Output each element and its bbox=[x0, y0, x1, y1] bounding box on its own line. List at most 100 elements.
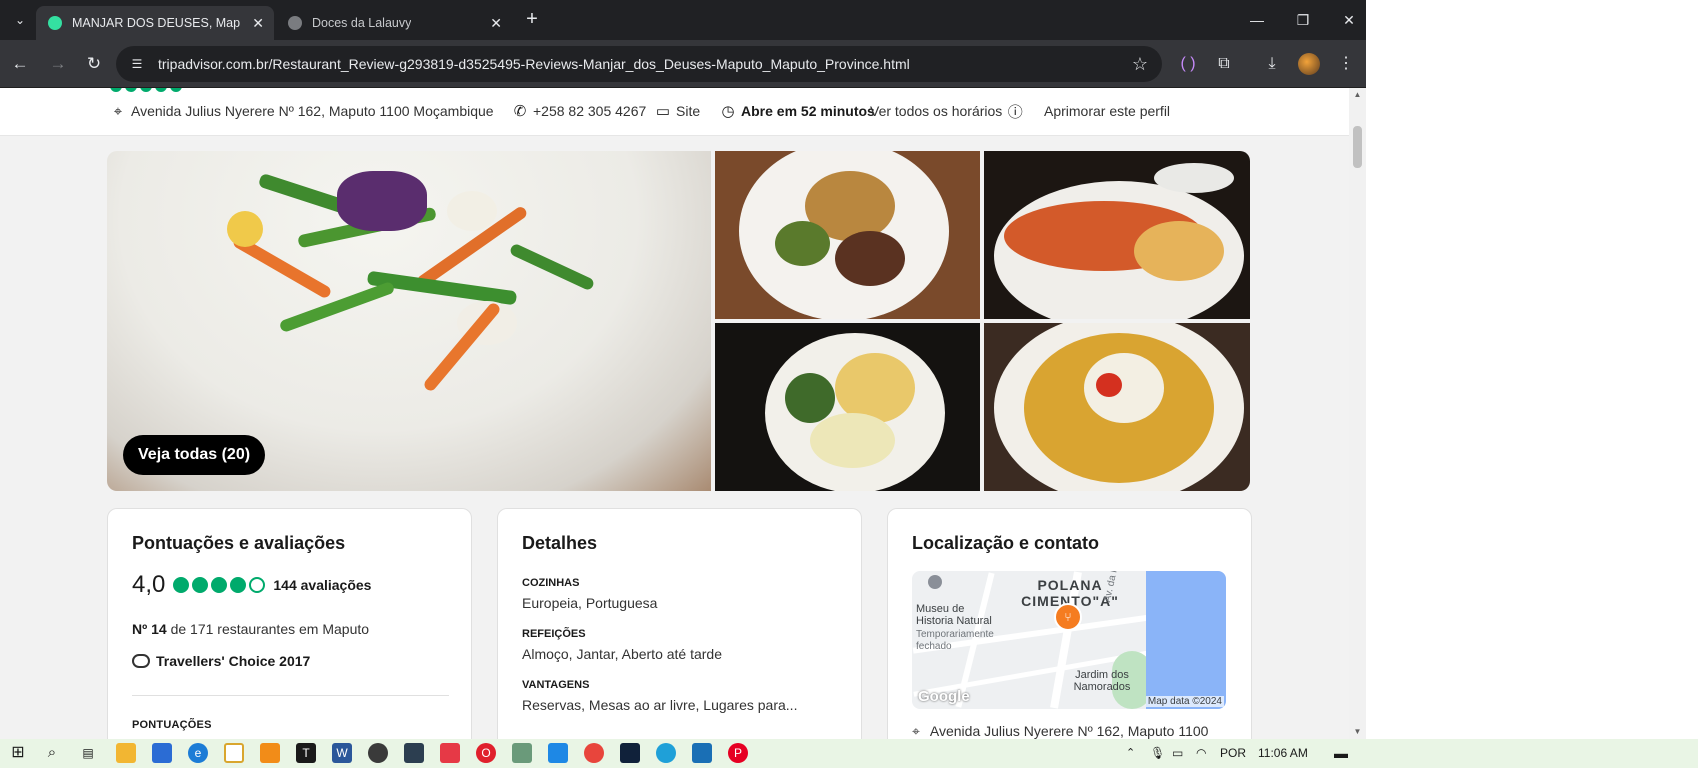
tab-title: Doces da Lalauvy bbox=[312, 16, 412, 30]
scroll-down-arrow-icon[interactable]: ▼ bbox=[1349, 725, 1366, 739]
details-heading: Detalhes bbox=[522, 533, 598, 553]
pinterest-icon[interactable]: P bbox=[728, 743, 748, 763]
chrome-icon[interactable] bbox=[584, 743, 604, 763]
app-icon[interactable] bbox=[224, 743, 244, 763]
back-arrow-icon[interactable]: ← bbox=[8, 52, 32, 76]
score-row: 4,0 144 avaliações bbox=[132, 571, 371, 599]
ranking-line[interactable]: Nº 14 de 171 restaurantes em Maputo bbox=[132, 621, 369, 637]
tab-doces-da-lalauvy[interactable]: Doces da Lalauvy ✕ bbox=[276, 6, 512, 40]
features-label: VANTAGENS bbox=[522, 679, 590, 691]
edge-icon[interactable] bbox=[656, 743, 676, 763]
reload-icon[interactable]: ↻ bbox=[82, 52, 106, 76]
tab-manjar-dos-deuses[interactable]: MANJAR DOS DEUSES, Maputo ✕ bbox=[36, 6, 274, 40]
file-explorer-icon[interactable] bbox=[116, 743, 136, 763]
address-link[interactable]: ⌖ Avenida Julius Nyerere Nº 162, Maputo … bbox=[110, 100, 494, 122]
microphone-icon[interactable]: 🎙 bbox=[1150, 739, 1165, 768]
review-count-link[interactable]: 144 avaliações bbox=[273, 577, 371, 593]
new-tab-button[interactable]: + bbox=[520, 8, 544, 32]
photo-gallery[interactable]: Veja todas (20) bbox=[107, 151, 1250, 491]
phone-link[interactable]: ✆ +258 82 305 4267 bbox=[512, 100, 647, 122]
improve-profile-link[interactable]: Aprimorar este perfil bbox=[1044, 100, 1170, 122]
tray-chevron-icon[interactable]: ⌃ bbox=[1126, 739, 1135, 768]
phpstorm-icon[interactable] bbox=[620, 743, 640, 763]
terminal-app-icon[interactable] bbox=[404, 743, 424, 763]
media-app-icon[interactable] bbox=[368, 743, 388, 763]
scrollbar-thumb[interactable] bbox=[1353, 126, 1362, 168]
location-pin-icon: ⌖ bbox=[113, 102, 123, 120]
language-indicator[interactable]: POR bbox=[1220, 739, 1246, 768]
phone-icon: ✆ bbox=[513, 103, 527, 120]
travellers-choice-award: o Travellers' Choice 2017 bbox=[132, 653, 310, 669]
tab-search-icon[interactable]: ⌄ bbox=[8, 8, 32, 32]
more-menu-icon[interactable]: ⋮ bbox=[1334, 52, 1358, 76]
photo-rice-and-steak[interactable] bbox=[715, 151, 980, 319]
notifications-icon[interactable]: ▬ bbox=[1334, 739, 1348, 768]
close-tab-icon[interactable]: ✕ bbox=[252, 6, 264, 40]
vscode-icon[interactable] bbox=[548, 743, 568, 763]
url-text[interactable]: tripadvisor.com.br/Restaurant_Review-g29… bbox=[158, 46, 910, 82]
info-icon[interactable]: ⓘ bbox=[1007, 101, 1023, 122]
map-museum-label: Museu de Historia Natural bbox=[916, 603, 992, 627]
restaurant-map-pin-icon[interactable]: ⑂ bbox=[1054, 603, 1082, 631]
address-text: Avenida Julius Nyerere Nº 162, Maputo 11… bbox=[131, 103, 494, 119]
battery-icon[interactable]: ▭ bbox=[1172, 739, 1183, 768]
profile-avatar[interactable] bbox=[1298, 53, 1320, 75]
bookmark-star-icon[interactable]: ☆ bbox=[1132, 46, 1148, 82]
photos-icon[interactable] bbox=[692, 743, 712, 763]
wifi-icon[interactable]: ◠ bbox=[1196, 739, 1206, 768]
browser-tab-bar: ⌄ MANJAR DOS DEUSES, Maputo ✕ Doces da L… bbox=[0, 0, 1366, 40]
task-view-icon[interactable]: ▤ bbox=[78, 743, 98, 763]
clock-time[interactable]: 11:06 AM bbox=[1258, 739, 1308, 768]
main-photo-vegetables[interactable]: Veja todas (20) bbox=[107, 151, 711, 491]
site-link[interactable]: ▭ Site bbox=[655, 100, 700, 122]
minimize-icon[interactable]: — bbox=[1242, 8, 1272, 32]
cuisines-label: COZINHAS bbox=[522, 577, 580, 589]
music-app-icon[interactable] bbox=[440, 743, 460, 763]
bubble-filled-icon bbox=[230, 577, 247, 593]
location-address[interactable]: ⌖ Avenida Julius Nyerere Nº 162, Maputo … bbox=[912, 723, 1208, 739]
view-all-photos-button[interactable]: Veja todas (20) bbox=[123, 435, 266, 475]
map-museum-status: Temporariamente fechado bbox=[916, 629, 994, 652]
page-scrollbar[interactable]: ▲ ▼ bbox=[1349, 88, 1366, 739]
tab-title: MANJAR DOS DEUSES, Maputo bbox=[72, 16, 240, 30]
close-tab-icon[interactable]: ✕ bbox=[490, 6, 502, 40]
browser-toolbar: ← → ↻ ☰ tripadvisor.com.br/Restaurant_Re… bbox=[0, 40, 1366, 88]
close-window-icon[interactable]: ✕ bbox=[1334, 8, 1364, 32]
page-viewport: ⌖ Avenida Julius Nyerere Nº 162, Maputo … bbox=[0, 88, 1366, 739]
photo-shrimp-curry[interactable] bbox=[984, 323, 1250, 491]
scroll-up-arrow-icon[interactable]: ▲ bbox=[1349, 88, 1366, 102]
address-bar[interactable]: ☰ tripadvisor.com.br/Restaurant_Review-g… bbox=[116, 46, 1162, 82]
tripadvisor-owl-icon: o bbox=[132, 654, 150, 668]
tripadvisor-favicon-icon bbox=[48, 16, 62, 30]
download-icon[interactable]: ⤓ bbox=[1260, 52, 1284, 76]
divider bbox=[132, 695, 449, 696]
site-info-icon[interactable]: ☰ bbox=[128, 55, 146, 73]
extension-icon[interactable]: ( ) bbox=[1176, 52, 1200, 76]
all-hours-link[interactable]: Ver todos os horários ⓘ bbox=[870, 100, 1023, 122]
map-water bbox=[1146, 571, 1226, 709]
bubble-filled-icon bbox=[192, 577, 209, 593]
forward-arrow-icon[interactable]: → bbox=[46, 52, 70, 76]
chatgpt-icon[interactable] bbox=[512, 743, 532, 763]
edge-legacy-icon[interactable]: e bbox=[188, 743, 208, 763]
tt-app-icon[interactable]: T bbox=[296, 743, 316, 763]
windows-start-icon[interactable]: ⊞ bbox=[8, 743, 28, 763]
extensions-puzzle-icon[interactable]: ⧉ bbox=[1212, 52, 1236, 76]
laptop-icon: ▭ bbox=[655, 103, 671, 120]
word-icon[interactable]: W bbox=[332, 743, 352, 763]
rating-score: 4,0 bbox=[132, 571, 166, 598]
photo-shrimp-dish[interactable] bbox=[984, 151, 1250, 319]
details-card: Detalhes COZINHAS Europeia, Portuguesa R… bbox=[497, 508, 862, 739]
location-map[interactable]: POLANA CIMENTO"A" Museu de Historia Natu… bbox=[912, 571, 1226, 709]
location-heading: Localização e contato bbox=[912, 533, 1100, 553]
restore-icon[interactable]: ❐ bbox=[1288, 8, 1318, 32]
location-address-text: Avenida Julius Nyerere Nº 162, Maputo 11… bbox=[929, 723, 1209, 739]
rank-position: Nº 14 bbox=[132, 621, 167, 637]
search-icon[interactable]: ⌕ bbox=[42, 743, 62, 763]
opera-icon[interactable]: O bbox=[476, 743, 496, 763]
store-icon[interactable] bbox=[152, 743, 172, 763]
location-card: Localização e contato POLANA CIMENTO"A" … bbox=[887, 508, 1252, 739]
vlc-icon[interactable] bbox=[260, 743, 280, 763]
cuisines-value: Europeia, Portuguesa bbox=[522, 595, 658, 611]
photo-steak-and-chips[interactable] bbox=[715, 323, 980, 491]
